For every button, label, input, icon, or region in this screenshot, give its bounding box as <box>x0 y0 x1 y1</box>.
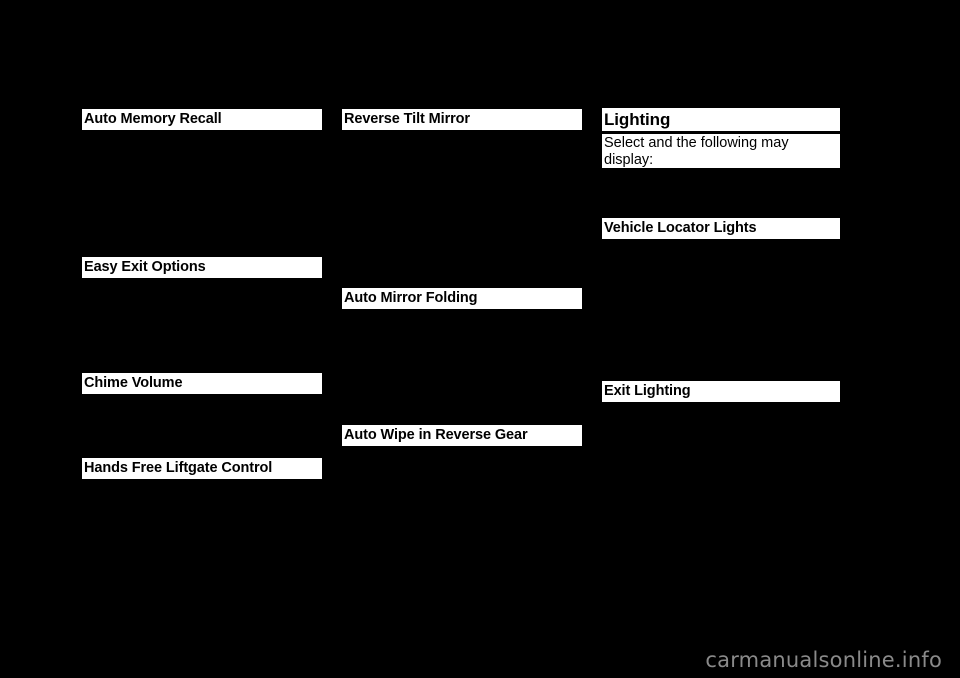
heading-vehicle-locator-lights: Vehicle Locator Lights <box>602 218 840 239</box>
heading-auto-wipe-in-reverse-gear: Auto Wipe in Reverse Gear <box>342 425 582 446</box>
heading-hands-free-liftgate-control: Hands Free Liftgate Control <box>82 458 322 479</box>
document-page: Auto Memory Recall Easy Exit Options Chi… <box>0 0 960 678</box>
heading-chime-volume: Chime Volume <box>82 373 322 394</box>
heading-reverse-tilt-mirror: Reverse Tilt Mirror <box>342 109 582 130</box>
heading-exit-lighting: Exit Lighting <box>602 381 840 402</box>
section-heading-lighting: Lighting <box>602 108 840 131</box>
column-right: Lighting Select and the following may di… <box>602 0 840 678</box>
column-middle: Reverse Tilt Mirror Auto Mirror Folding … <box>342 0 582 678</box>
heading-easy-exit-options: Easy Exit Options <box>82 257 322 278</box>
paragraph-lighting-intro: Select and the following may display: <box>602 134 840 168</box>
heading-auto-mirror-folding: Auto Mirror Folding <box>342 288 582 309</box>
heading-auto-memory-recall: Auto Memory Recall <box>82 109 322 130</box>
column-left: Auto Memory Recall Easy Exit Options Chi… <box>82 0 322 678</box>
watermark: carmanualsonline.info <box>705 648 942 672</box>
